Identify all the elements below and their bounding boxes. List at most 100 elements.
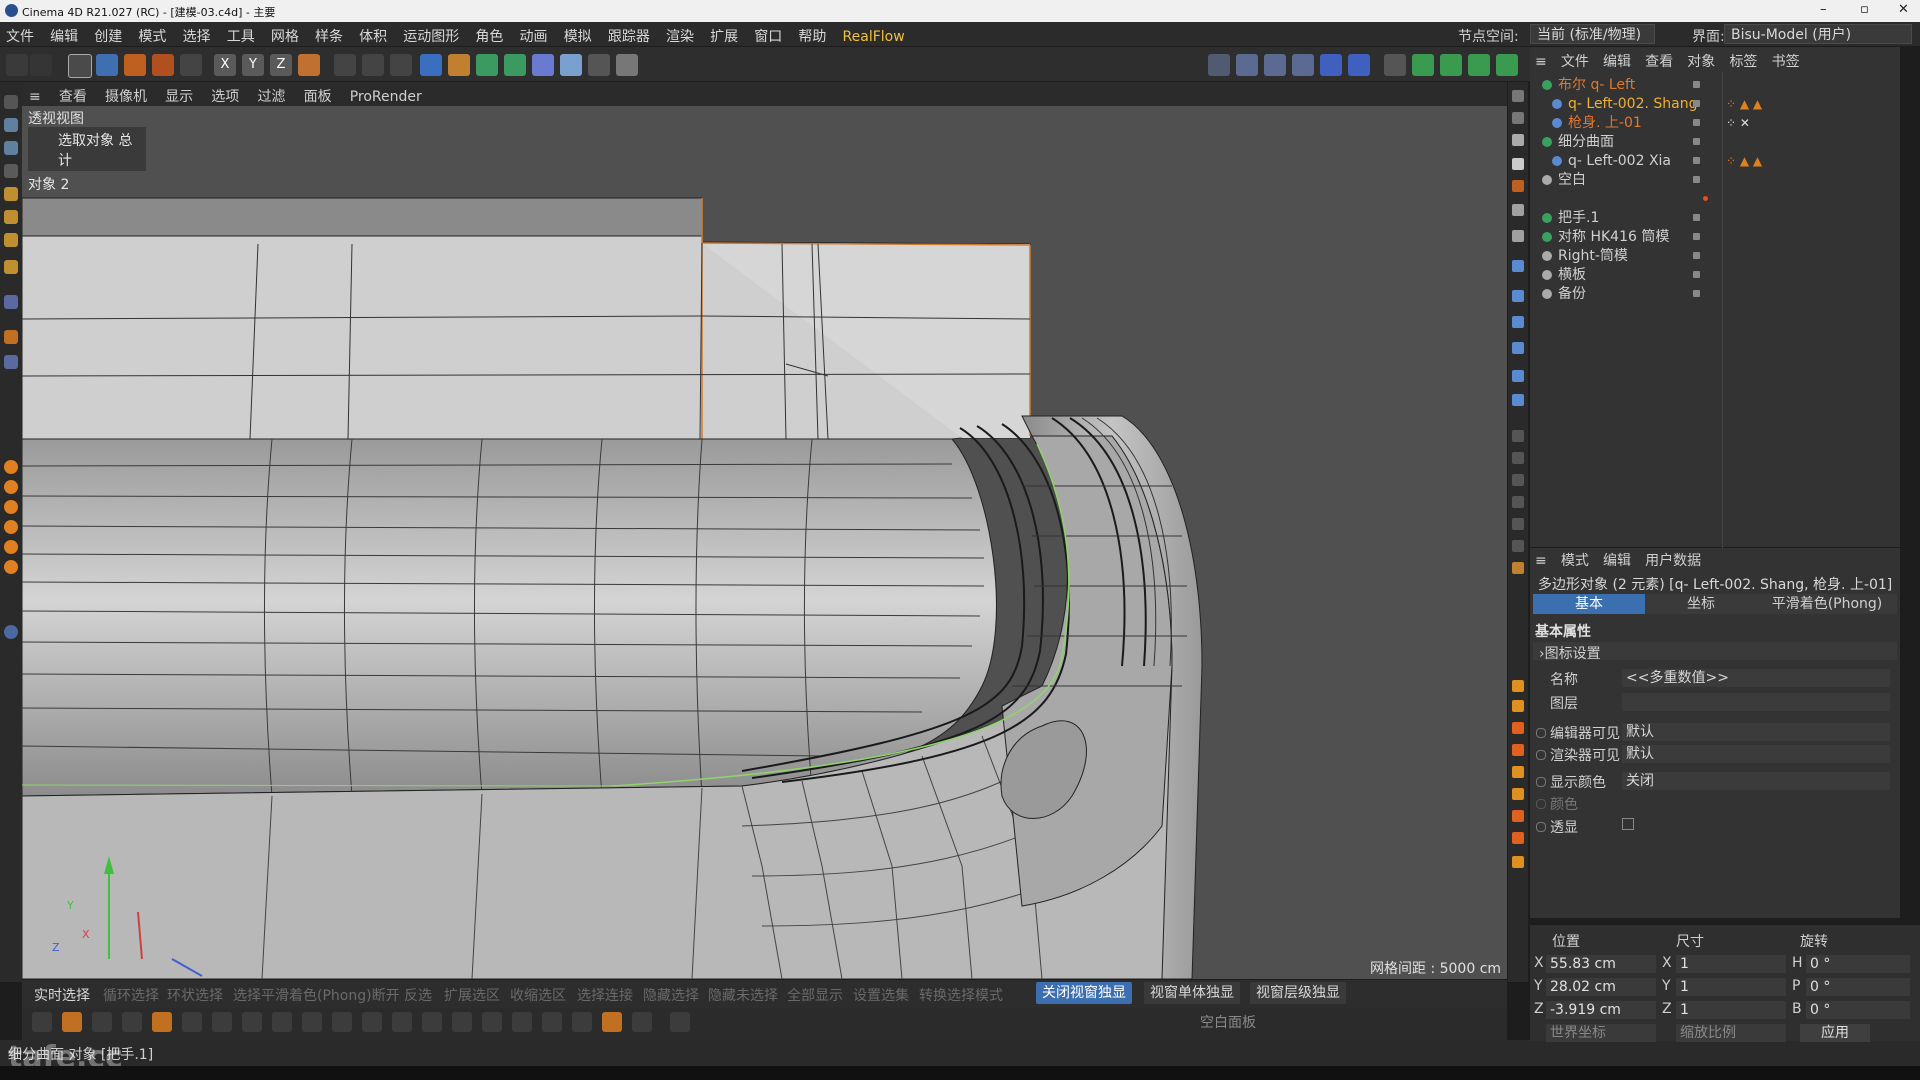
- cloner-icon[interactable]: [504, 54, 526, 76]
- model-mode-icon[interactable]: [4, 118, 18, 132]
- viewport-settings-icon[interactable]: [1384, 54, 1406, 76]
- menu-simulate[interactable]: 模拟: [558, 22, 598, 46]
- light-icon[interactable]: [616, 54, 638, 76]
- layer-icon[interactable]: [1512, 90, 1524, 102]
- viewport-menu-options[interactable]: 选项: [204, 82, 246, 106]
- bridge-icon[interactable]: [92, 1012, 112, 1032]
- rot-b-field[interactable]: 0 °: [1806, 1001, 1910, 1019]
- animate-toggle-icon[interactable]: [1536, 728, 1546, 738]
- visibility-toggle-icon[interactable]: [1693, 252, 1700, 259]
- size-y-field[interactable]: 1: [1676, 978, 1786, 996]
- texture-mode-icon[interactable]: [4, 141, 18, 155]
- cube-icon[interactable]: [420, 54, 442, 76]
- render-view-icon[interactable]: [334, 54, 356, 76]
- coordinate-system-icon[interactable]: [298, 54, 320, 76]
- edit-tool-icon[interactable]: [32, 1012, 52, 1032]
- animate-toggle-icon[interactable]: [1536, 777, 1546, 787]
- hexagon-icon[interactable]: [1512, 856, 1524, 868]
- menu-volume[interactable]: 体积: [353, 22, 393, 46]
- object-menu-view[interactable]: 查看: [1640, 50, 1678, 72]
- grab-icon[interactable]: [4, 520, 18, 534]
- object-menu-objects[interactable]: 对象: [1682, 50, 1720, 72]
- plugin-icon[interactable]: [1468, 54, 1490, 76]
- text-spline-icon[interactable]: [1512, 496, 1524, 508]
- size-mode-dropdown[interactable]: 缩放比例: [1676, 1024, 1786, 1042]
- material-icon[interactable]: [1412, 54, 1434, 76]
- visibility-icon[interactable]: [1512, 204, 1524, 216]
- layer-field[interactable]: [1622, 693, 1890, 711]
- menu-animate[interactable]: 动画: [514, 22, 554, 46]
- move-icon[interactable]: [96, 54, 118, 76]
- point-mode-icon[interactable]: [4, 187, 18, 201]
- viewport-menu-filter[interactable]: 过滤: [250, 82, 292, 106]
- pos-x-field[interactable]: 55.83 cm: [1546, 955, 1656, 973]
- y-axis-lock-icon[interactable]: Y: [242, 54, 264, 76]
- hierarchy-icon[interactable]: [1512, 112, 1524, 124]
- hide-selected-mode[interactable]: 隐藏选择: [643, 985, 699, 1005]
- object-axis-icon[interactable]: [1348, 54, 1370, 76]
- object-menu-handle[interactable]: ≡: [1530, 53, 1552, 71]
- tag-icon[interactable]: ⁘ ✕: [1726, 114, 1750, 132]
- subdivide-icon[interactable]: [512, 1012, 532, 1032]
- menu-tracker[interactable]: 跟踪器: [602, 22, 656, 46]
- tab-basic[interactable]: 基本: [1533, 594, 1645, 614]
- menu-mograph[interactable]: 运动图形: [397, 22, 465, 46]
- weld-icon[interactable]: [212, 1012, 232, 1032]
- menu-help[interactable]: 帮助: [792, 22, 832, 46]
- split-icon[interactable]: [632, 1012, 652, 1032]
- attribute-menu-userdata[interactable]: 用户数据: [1640, 550, 1706, 570]
- shield-icon[interactable]: [1512, 680, 1524, 692]
- viewport-menu-view[interactable]: 查看: [52, 82, 94, 106]
- brush-icon[interactable]: [4, 460, 18, 474]
- cube-small-icon[interactable]: [1512, 260, 1524, 272]
- tag-warning-icon[interactable]: ⁘ ▲ ▲: [1726, 95, 1762, 113]
- apply-button[interactable]: 应用: [1800, 1024, 1870, 1042]
- snap-icon[interactable]: [1208, 54, 1230, 76]
- menu-extensions[interactable]: 扩展: [704, 22, 744, 46]
- character-icon[interactable]: [1512, 562, 1524, 574]
- viewport-solo-off-button[interactable]: 关闭视窗独显: [1036, 982, 1132, 1004]
- arrow-up-icon[interactable]: [1512, 810, 1524, 822]
- slide-icon[interactable]: [272, 1012, 292, 1032]
- sculpt-icon[interactable]: [4, 480, 18, 494]
- name-field[interactable]: <<多重数值>>: [1622, 669, 1890, 687]
- menu-tools[interactable]: 工具: [221, 22, 261, 46]
- render-visible-dropdown[interactable]: 默认: [1622, 745, 1890, 763]
- shrink-selection-mode[interactable]: 收缩选区: [510, 985, 566, 1005]
- extrude-icon[interactable]: [152, 1012, 172, 1032]
- disc-icon[interactable]: [1512, 316, 1524, 328]
- snap-mode-icon[interactable]: [4, 355, 18, 369]
- visibility-toggle-icon[interactable]: [1693, 119, 1700, 126]
- display-color-dropdown[interactable]: 关闭: [1622, 772, 1890, 790]
- object-row[interactable]: 把手.1: [1530, 209, 1900, 227]
- deformer-icon[interactable]: [532, 54, 554, 76]
- animate-toggle-icon[interactable]: [1536, 750, 1546, 760]
- add-icon[interactable]: [180, 54, 202, 76]
- cone-icon[interactable]: [1512, 394, 1524, 406]
- visibility-toggle-icon[interactable]: [1693, 290, 1700, 297]
- menu-spline[interactable]: 样条: [309, 22, 349, 46]
- plane-icon[interactable]: [1512, 290, 1524, 302]
- floor-icon[interactable]: [560, 54, 582, 76]
- scale-icon[interactable]: [124, 54, 146, 76]
- convert-selection-mode[interactable]: 转换选择模式: [919, 985, 1003, 1005]
- stitch-icon[interactable]: [242, 1012, 262, 1032]
- unhide-all-mode[interactable]: 全部显示: [787, 985, 843, 1005]
- coordinate-mode-dropdown[interactable]: 世界坐标: [1546, 1024, 1656, 1042]
- render-settings-icon[interactable]: [390, 54, 412, 76]
- set-selection-mode[interactable]: 设置选集: [853, 985, 909, 1005]
- viewport-solo-hierarchy-button[interactable]: 视窗层级独显: [1250, 982, 1346, 1004]
- lock-icon[interactable]: [1512, 230, 1524, 242]
- visibility-toggle-icon[interactable]: [1693, 100, 1700, 107]
- object-menu-edit[interactable]: 编辑: [1598, 50, 1636, 72]
- quantize-icon[interactable]: [1292, 54, 1314, 76]
- size-z-field[interactable]: 1: [1676, 1001, 1786, 1019]
- visibility-toggle-icon[interactable]: [1693, 157, 1700, 164]
- object-row[interactable]: 布尔 q- Left: [1530, 76, 1900, 94]
- status-dot-icon[interactable]: [1703, 196, 1708, 201]
- f-key-icon[interactable]: [1512, 766, 1524, 778]
- viewport-menu-handle[interactable]: ≡: [22, 85, 48, 105]
- live-selection-mode[interactable]: 实时选择: [34, 985, 90, 1005]
- pull-icon[interactable]: [4, 540, 18, 554]
- menu-file[interactable]: 文件: [0, 22, 40, 46]
